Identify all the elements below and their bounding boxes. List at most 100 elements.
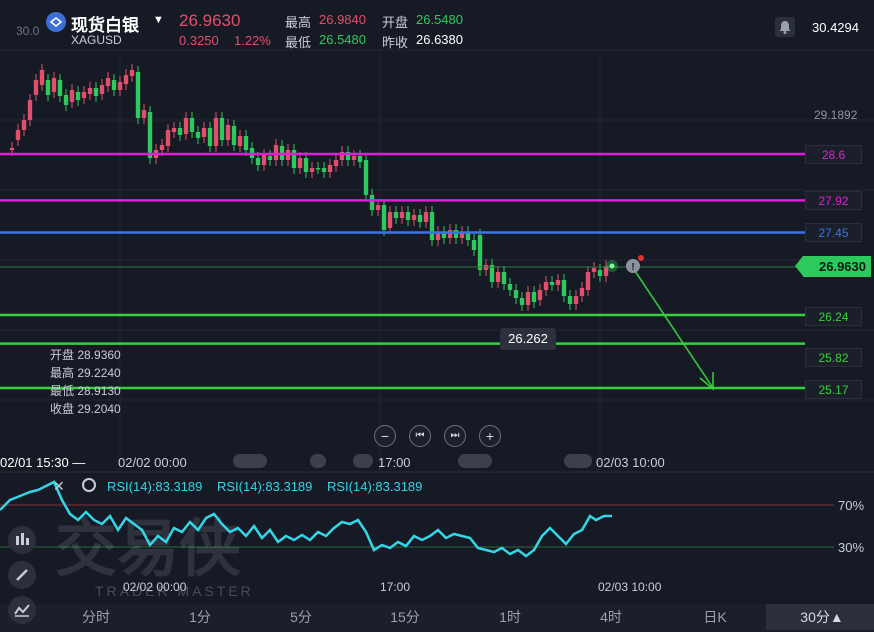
indicator-tool-icon[interactable] bbox=[8, 526, 36, 554]
candle bbox=[417, 215, 423, 222]
candle bbox=[141, 110, 147, 118]
skip-back-button[interactable]: ⏮ bbox=[409, 425, 431, 447]
candle bbox=[489, 265, 495, 282]
candle bbox=[561, 280, 567, 296]
candle bbox=[9, 148, 15, 150]
loading-dots bbox=[310, 454, 326, 468]
zoom-in-button[interactable]: + bbox=[479, 425, 501, 447]
level-label-27-92: 27.92 bbox=[805, 191, 862, 210]
level-label-26-24: 26.24 bbox=[805, 307, 862, 326]
zoom-out-button[interactable]: − bbox=[374, 425, 396, 447]
candle bbox=[537, 290, 543, 300]
tab-daily[interactable]: 日K bbox=[691, 605, 739, 629]
chart-type-icon[interactable] bbox=[8, 596, 36, 624]
candle bbox=[105, 78, 111, 86]
time-label-2: 17:00 bbox=[378, 455, 411, 470]
candle bbox=[39, 70, 45, 85]
candle bbox=[381, 205, 387, 230]
loading-dots bbox=[458, 454, 492, 468]
level-label-28-6: 28.6 bbox=[805, 145, 862, 164]
candle bbox=[165, 130, 171, 146]
candle bbox=[399, 212, 405, 218]
candle bbox=[591, 268, 597, 272]
candle bbox=[51, 78, 57, 92]
draw-tool-icon[interactable] bbox=[8, 561, 36, 589]
candle bbox=[21, 120, 27, 130]
rsi-label-3: RSI(14):83.3189 bbox=[327, 479, 423, 494]
open-value: 26.5480 bbox=[416, 12, 463, 27]
candle bbox=[321, 168, 327, 172]
candle bbox=[69, 90, 75, 102]
candle bbox=[429, 212, 435, 240]
low-value: 26.5480 bbox=[319, 32, 366, 47]
chevron-down-icon[interactable]: ▼ bbox=[153, 14, 164, 26]
settings-icon[interactable] bbox=[82, 478, 96, 492]
rsi-time-3: 02/03 10:00 bbox=[598, 580, 662, 594]
right-axis-top-value: 30.4294 bbox=[812, 20, 859, 35]
candle bbox=[255, 158, 261, 165]
price-change: 0.3250 bbox=[179, 33, 219, 48]
tab-15min[interactable]: 15分 bbox=[381, 605, 429, 629]
candle bbox=[351, 156, 357, 160]
tab-1hour[interactable]: 1时 bbox=[486, 605, 534, 629]
candle bbox=[405, 212, 411, 220]
candle bbox=[387, 212, 393, 228]
skip-forward-button[interactable]: ⏭ bbox=[444, 425, 466, 447]
candle bbox=[597, 270, 603, 276]
close-icon[interactable]: ✕ bbox=[53, 478, 65, 495]
price-chart[interactable]: ! 交易侠 TRADER MASTER bbox=[0, 0, 874, 632]
candle bbox=[357, 156, 363, 162]
bell-icon[interactable] bbox=[775, 17, 795, 37]
rsi-level-70: 70% bbox=[838, 498, 865, 513]
open-label: 开盘 bbox=[382, 15, 409, 30]
time-label-3: 02/03 10:00 bbox=[596, 455, 665, 470]
candle bbox=[219, 118, 225, 140]
candle bbox=[243, 136, 249, 150]
candle bbox=[129, 70, 135, 76]
candle bbox=[507, 284, 513, 290]
candle bbox=[261, 155, 267, 165]
candle bbox=[99, 85, 105, 94]
candle bbox=[477, 235, 483, 270]
hover-high: 最高 29.2240 bbox=[50, 366, 121, 380]
loading-dots bbox=[564, 454, 592, 468]
candle bbox=[33, 80, 39, 95]
tab-4hour[interactable]: 4时 bbox=[587, 605, 635, 629]
candle bbox=[147, 112, 153, 158]
candle bbox=[111, 80, 117, 90]
candle bbox=[531, 292, 537, 302]
last-price: 26.9630 bbox=[179, 11, 241, 30]
candle bbox=[213, 118, 219, 146]
rsi-label-1: RSI(14):83.3189 bbox=[107, 479, 203, 494]
candle bbox=[81, 92, 87, 98]
candle bbox=[171, 128, 177, 132]
candle bbox=[555, 280, 561, 285]
candle bbox=[519, 298, 525, 305]
time-label-1: 02/02 00:00 bbox=[118, 455, 187, 470]
candle bbox=[57, 80, 63, 96]
hover-close: 收盘 29.2040 bbox=[50, 402, 121, 416]
candle bbox=[579, 288, 585, 296]
tab-30min-active[interactable]: 30分▲ bbox=[792, 605, 852, 629]
candle bbox=[369, 195, 375, 210]
high-value: 26.9840 bbox=[319, 12, 366, 27]
prev-close-value: 26.6380 bbox=[416, 32, 463, 47]
candle bbox=[453, 230, 459, 238]
low-label: 最低 bbox=[285, 35, 312, 50]
symbol-icon bbox=[46, 12, 66, 32]
candle bbox=[495, 272, 501, 282]
candle bbox=[237, 136, 243, 146]
candle bbox=[585, 272, 591, 290]
tab-5min[interactable]: 5分 bbox=[277, 605, 325, 629]
candle bbox=[447, 230, 453, 238]
level-label-25-82: 25.82 bbox=[805, 348, 862, 367]
tab-timeline[interactable]: 分时 bbox=[72, 605, 120, 629]
tab-1min[interactable]: 1分 bbox=[176, 605, 224, 629]
svg-text:!: ! bbox=[631, 262, 634, 273]
rsi-label-2: RSI(14):83.3189 bbox=[217, 479, 313, 494]
candle bbox=[549, 282, 555, 285]
candle bbox=[177, 128, 183, 135]
hover-low: 最低 28.9130 bbox=[50, 384, 121, 398]
quote-header: 现货白银 ▼ XAGUSD 26.9630 0.3250 1.22% 最高 26… bbox=[0, 0, 874, 52]
low-marker-label: 26.262 bbox=[500, 328, 556, 350]
